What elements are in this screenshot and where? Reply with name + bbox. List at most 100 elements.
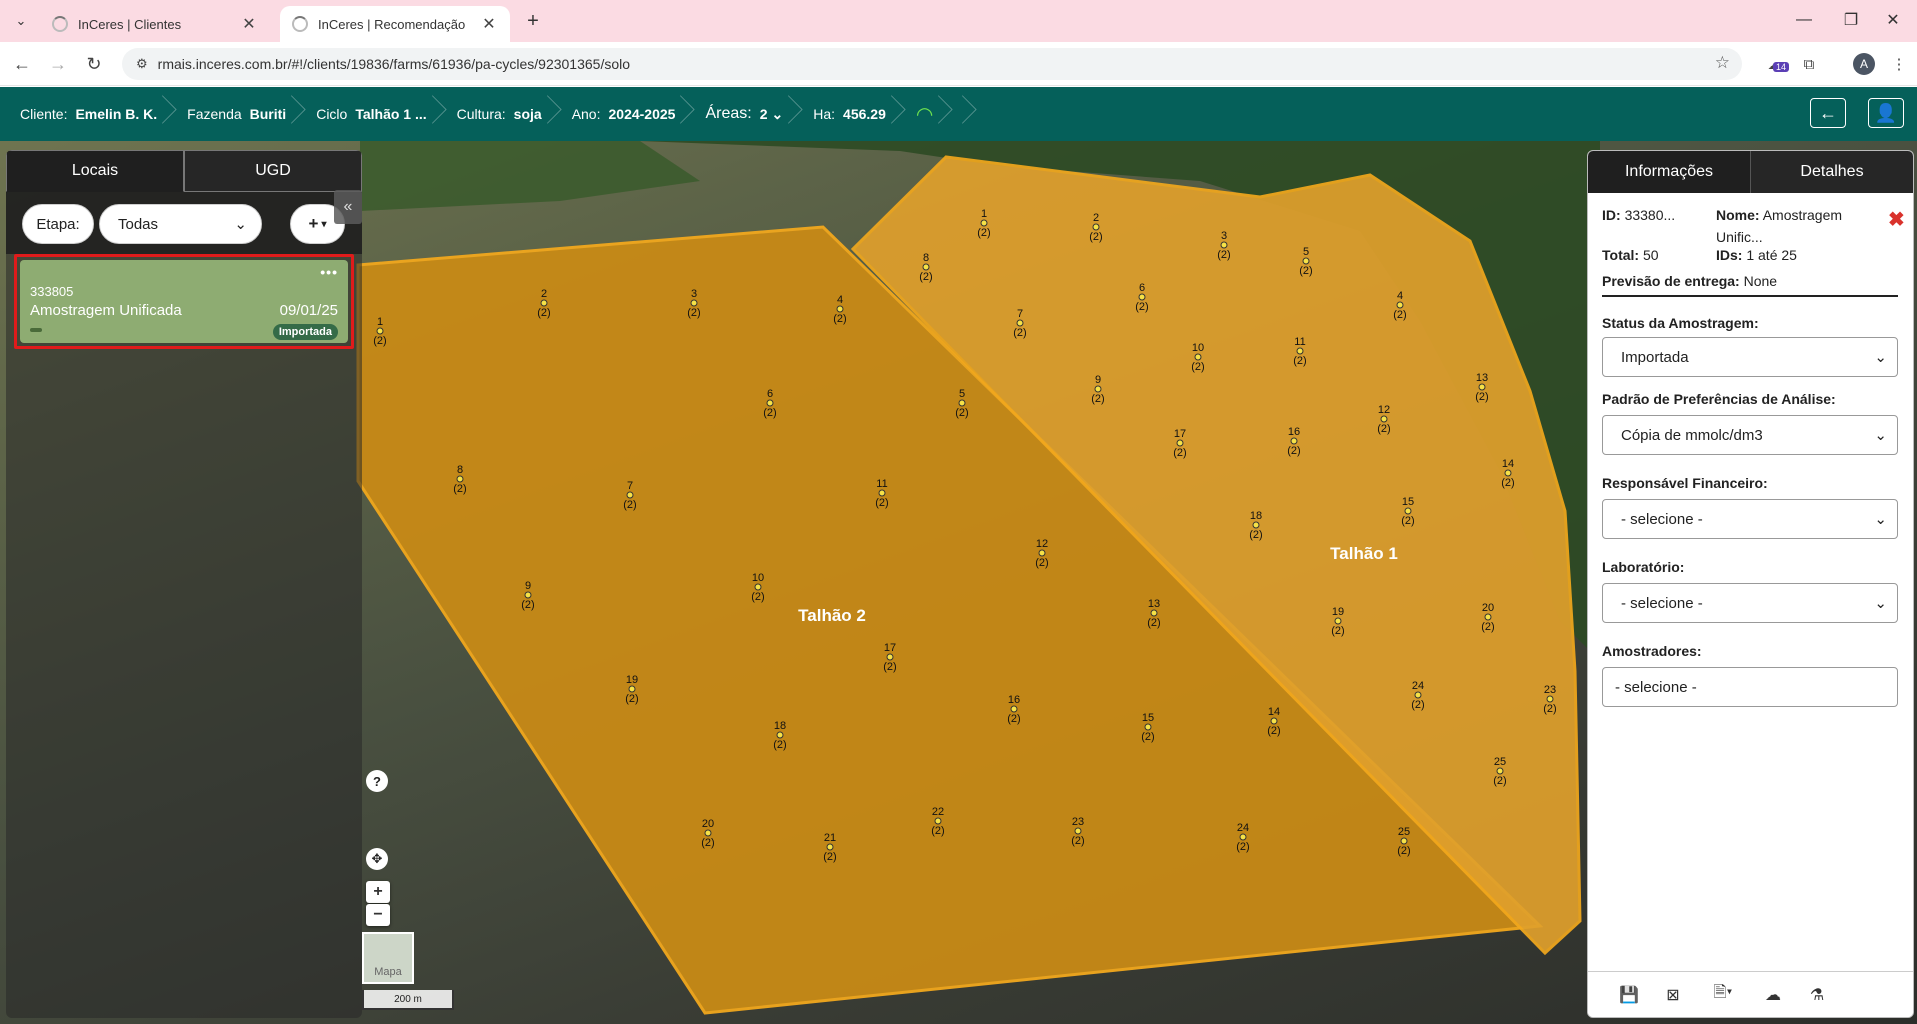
reload-icon[interactable]: ↻ [80,50,108,78]
sample-point-marker [1176,439,1184,447]
sample-point-number: 20 [702,818,714,830]
site-info-icon[interactable]: ⚙ [136,56,148,72]
sample-point-number: 10 [752,572,764,584]
tab-ugd[interactable]: UGD [184,150,362,192]
etapa-select[interactable]: Todas ⌄ [99,204,262,244]
total-label: Total: [1602,247,1640,263]
loading-icon [292,16,308,32]
sample-point-number: 7 [1017,308,1023,320]
user-icon: 👤 [1874,102,1898,123]
cloud-upload-icon[interactable]: ☁ [1762,984,1784,1006]
sample-point-number: 25 [1494,756,1506,768]
padrao-select[interactable]: Cópia de mmolc/dm3 ⌄ [1602,415,1898,455]
sampling-card-body: ••• 333805 Amostragem Unificada 09/01/25… [20,260,348,343]
sample-point-count: (2) [1481,621,1494,633]
sample-point-marker [776,731,784,739]
new-tab-icon[interactable]: + [520,8,546,34]
crumb-cliente[interactable]: Cliente: Emelin B. K. [20,87,181,141]
sample-point-marker [878,489,886,497]
sample-point-marker [628,685,636,693]
sample-point-count: (2) [1191,361,1204,373]
forward-icon[interactable]: → [44,50,72,78]
crumb-ciclo[interactable]: Ciclo Talhão 1 ... [310,87,450,141]
user-button[interactable]: 👤 [1868,98,1904,128]
etapa-label: Etapa: [22,204,94,244]
amostradores-input[interactable]: - selecione - [1602,667,1898,707]
responsavel-select[interactable]: - selecione - ⌄ [1602,499,1898,539]
sample-point-count: (2) [1089,231,1102,243]
crumb-label: Ha: [813,106,836,122]
ids-field: IDs: 1 até 25 [1716,247,1797,263]
crumb-value: Emelin B. K. [75,106,158,122]
close-window-icon[interactable]: ✕ [1870,0,1916,40]
browser-tab-clientes[interactable]: InCeres | Clientes ✕ [40,6,270,42]
extension-icon[interactable]: ☁14 [1763,52,1790,76]
sample-point-marker [1546,695,1554,703]
collapse-panel-icon[interactable]: « [334,190,362,224]
browser-menu-icon[interactable]: ⋮ [1887,52,1911,76]
sample-point-number: 5 [959,388,965,400]
sample-point-number: 11 [876,478,887,490]
sample-point-number: 19 [1332,606,1344,618]
extension-badge: 14 [1773,62,1790,72]
sample-point-number: 23 [1544,684,1556,696]
profile-avatar[interactable]: A [1853,53,1875,75]
crumb-ano[interactable]: Ano: 2024-2025 [566,87,700,141]
tab-locais[interactable]: Locais [6,150,184,192]
sample-point-count: (2) [751,591,764,603]
file-dropdown-icon[interactable]: 🗎▾ [1706,984,1740,1006]
sample-point-count: (2) [1411,699,1424,711]
total-field: Total: 50 [1602,247,1659,263]
lab-flask-icon[interactable]: ⚗ [1806,984,1828,1006]
status-select[interactable]: Importada ⌄ [1602,337,1898,377]
sample-point-count: (2) [1035,557,1048,569]
chevron-down-icon: ⌄ [1874,427,1887,444]
browser-tab-title: InCeres | Clientes [78,16,182,32]
tab-detalhes[interactable]: Detalhes [1750,151,1913,193]
wifi-icon: ◠ [915,103,934,126]
filter-bar: Etapa: Todas ⌄ + ▾ [6,192,362,254]
padrao-label: Padrão de Preferências de Análise: [1602,391,1836,407]
zoom-out-button[interactable]: − [366,904,390,926]
close-icon[interactable]: ✖ [1888,207,1905,232]
divider [1602,295,1898,297]
crumb-cultura[interactable]: Cultura: soja [451,87,566,141]
sample-point-number: 2 [541,288,547,300]
sample-point-count: (2) [1147,617,1160,629]
save-icon[interactable]: 💾 [1618,984,1640,1006]
pan-move-icon[interactable]: ✥ [366,848,388,870]
sample-point-count: (2) [1071,835,1084,847]
card-date: 09/01/25 [279,302,338,319]
sample-point-count: (2) [1217,249,1230,261]
tab-informacoes[interactable]: Informações [1588,151,1750,193]
zoom-in-button[interactable]: + [366,881,390,903]
nome-value-cont: Unific... [1716,229,1763,245]
tab-search-chevron-icon[interactable]: ⌄ [8,8,34,34]
bookmark-star-icon[interactable]: ☆ [1715,53,1730,73]
sample-point-number: 22 [932,806,944,818]
laboratorio-select[interactable]: - selecione - ⌄ [1602,583,1898,623]
sample-point-number: 8 [457,464,463,476]
extensions-puzzle-icon[interactable]: ⧉ [1797,52,1821,76]
address-bar[interactable]: ⚙ rmais.inceres.com.br/#!/clients/19836/… [122,48,1742,80]
browser-tab-recomendacao[interactable]: InCeres | Recomendação ✕ [280,6,510,42]
more-options-icon[interactable]: ••• [320,264,338,280]
responsavel-select-value: - selecione - [1621,510,1703,528]
sample-point-count: (2) [623,499,636,511]
panel-footer-toolbar: 💾 ⊠ 🗎▾ ☁ ⚗ [1588,971,1913,1017]
sample-point-count: (2) [687,307,700,319]
close-tab-icon[interactable]: ✕ [480,14,498,34]
sample-point-marker [766,399,774,407]
back-icon[interactable]: ← [8,50,36,78]
crumb-ha[interactable]: Ha: 456.29 [807,87,910,141]
close-tab-icon[interactable]: ✕ [240,14,258,34]
basemap-toggle[interactable]: Mapa [362,932,414,984]
help-button[interactable]: ? [366,770,388,792]
chevron-down-icon: ⌄ [1874,595,1887,612]
crumb-fazenda[interactable]: Fazenda Buriti [181,87,310,141]
sample-point-number: 19 [626,674,638,686]
back-arrow-button[interactable]: ← [1810,98,1846,128]
crumb-areas[interactable]: Áreas: 2 ⌄ [699,87,807,141]
sampling-card[interactable]: ••• 333805 Amostragem Unificada 09/01/25… [14,254,354,349]
excel-export-icon[interactable]: ⊠ [1662,984,1684,1006]
